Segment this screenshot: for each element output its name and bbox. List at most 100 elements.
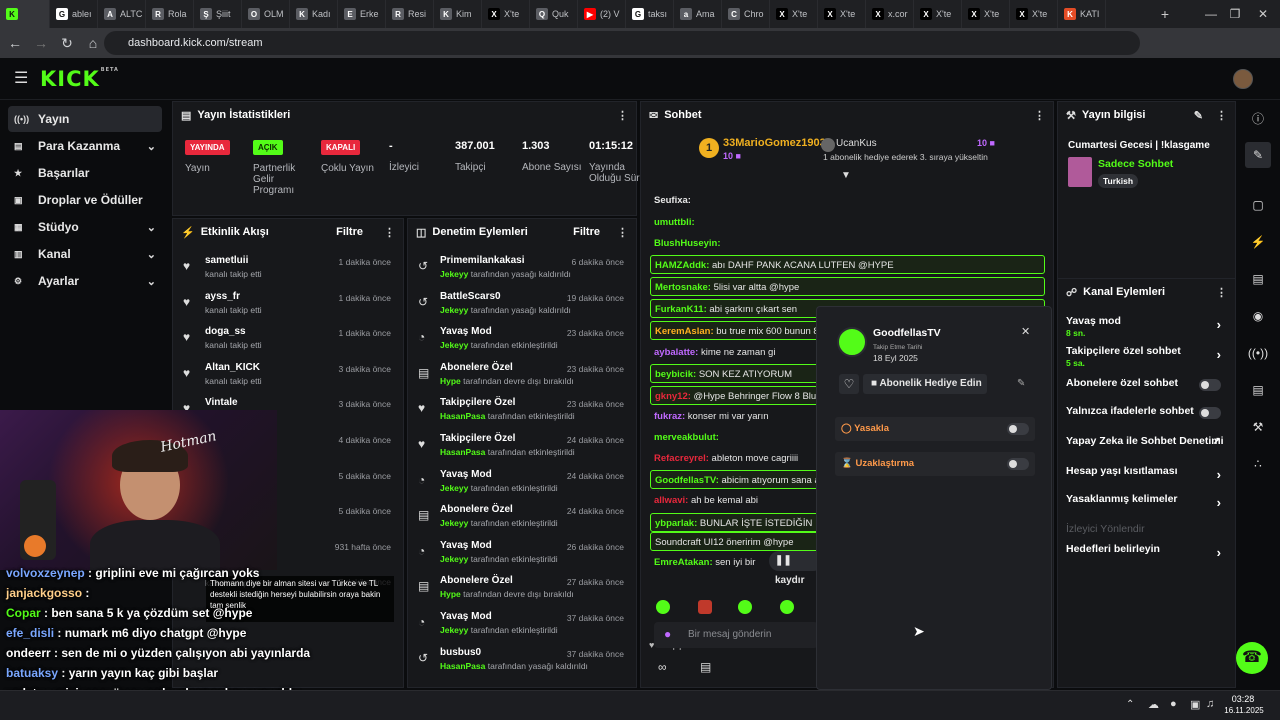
category-name[interactable]: Sadece Sohbet: [1098, 158, 1173, 170]
moderator-name[interactable]: HasanPasa: [440, 447, 485, 457]
activity-row[interactable]: ♥ Altan_KICK kanalı takip etti 3 dakika önc…: [181, 362, 395, 398]
user-avatar[interactable]: [1233, 69, 1253, 89]
close-window-button[interactable]: ✕: [1240, 0, 1280, 28]
chat-username[interactable]: merveakbulut:: [654, 432, 719, 443]
chat-message[interactable]: BlushHuseyin:: [650, 234, 1045, 253]
chat-username[interactable]: ybparlak:: [655, 518, 697, 529]
store-icon[interactable]: ▤: [700, 660, 711, 674]
nav-item-6[interactable]: ⚙ Ayarlar ⌄: [8, 268, 162, 294]
moderator-name[interactable]: Jekeyy: [440, 554, 468, 564]
nav-item-0[interactable]: ((•)) Yayın: [8, 106, 162, 132]
moderator-name[interactable]: Jekeyy: [440, 305, 468, 315]
browser-tab[interactable]: Q Quk: [530, 0, 578, 28]
browser-tab[interactable]: X X'te: [770, 0, 818, 28]
moderator-name[interactable]: Jekeyy: [440, 625, 468, 635]
browser-tab[interactable]: K Kadı: [290, 0, 338, 28]
browser-tab[interactable]: ▶ (2) V: [578, 0, 626, 28]
channel-action-row[interactable]: Yavaş mod 8 sn. ›: [1066, 315, 1227, 338]
moderation-row[interactable]: ▤ Abonelere Özel Jekeyy tarafından etkinle…: [416, 504, 628, 540]
chat-username[interactable]: GoodfellasTV:: [655, 475, 719, 486]
moderation-row[interactable]: ↺ busbus0 HasanPasa tarafından yasağı kald…: [416, 647, 628, 683]
moderator-name[interactable]: Hype: [440, 589, 461, 599]
pin-icon[interactable]: ▼: [841, 170, 851, 181]
toggle-switch[interactable]: [1199, 379, 1221, 391]
chat-username[interactable]: allwavi:: [654, 495, 688, 506]
tag-badge[interactable]: Turkish: [1098, 174, 1139, 188]
layers-icon[interactable]: ▤: [1245, 377, 1271, 403]
chat-username[interactable]: umuttbli:: [654, 217, 695, 228]
info-icon[interactable]: ⓘ: [1245, 105, 1271, 131]
chat-username[interactable]: FurkanK11:: [655, 304, 707, 315]
emote-icon[interactable]: [656, 600, 670, 614]
browser-tab[interactable]: E Erke: [338, 0, 386, 28]
browser-tab[interactable]: Gtaksı: [626, 0, 674, 28]
browser-tab[interactable]: Ş Şiiit: [194, 0, 242, 28]
emote-icon[interactable]: [738, 600, 752, 614]
chat-username[interactable]: HAMZAddk:: [655, 260, 709, 271]
activity-row[interactable]: ♥ ayss_fr kanalı takip etti 1 dakika önce: [181, 291, 395, 327]
chat-username[interactable]: gkny12:: [655, 391, 691, 402]
clock-date[interactable]: 16.11.2025: [1224, 706, 1264, 715]
tray-chevron-icon[interactable]: ⌃: [1126, 699, 1134, 710]
nav-item-1[interactable]: ▤ Para Kazanma ⌄: [8, 133, 162, 159]
chat-icon[interactable]: ◉: [1245, 303, 1271, 329]
moderation-row[interactable]: ♥ Takipçilere Özel HasanPasa tarafından et…: [416, 397, 628, 433]
moderator-name[interactable]: Jekeyy: [440, 340, 468, 350]
browser-tab[interactable]: C Chro: [722, 0, 770, 28]
activity-row[interactable]: ♥ doga_ss kanalı takip etti 1 dakika önce: [181, 326, 395, 362]
volume-icon[interactable]: ♫: [1206, 698, 1214, 710]
crop-icon[interactable]: ▢: [1245, 192, 1271, 218]
browser-tab[interactable]: R Rola: [146, 0, 194, 28]
bolt-icon[interactable]: ⚡: [1245, 229, 1271, 255]
moderator-name[interactable]: Jekeyy: [440, 518, 468, 528]
home-icon[interactable]: ⌂: [80, 30, 106, 56]
chat-username[interactable]: fukraz:: [654, 411, 685, 422]
browser-tab[interactable]: O OLM: [242, 0, 290, 28]
edit-pencil-icon[interactable]: ✎: [1194, 109, 1203, 122]
chat-message[interactable]: Mertosnake: 5lisi var altta @hype: [650, 277, 1045, 296]
url-field[interactable]: dashboard.kick.com/stream: [104, 31, 1140, 55]
nav-item-4[interactable]: ▦ Stüdyo ⌄: [8, 214, 162, 240]
broadcast-icon[interactable]: ((•)): [1245, 340, 1271, 366]
moderator-name[interactable]: Jekeyy: [440, 483, 468, 493]
chat-username[interactable]: Seufixa:: [654, 195, 691, 206]
browser-tab[interactable]: Xx.cor: [866, 0, 914, 28]
browser-tab[interactable]: X X'te: [914, 0, 962, 28]
kebab-menu-icon[interactable]: ⋮: [617, 226, 628, 239]
emote-icon[interactable]: [780, 600, 794, 614]
top-gifter-name[interactable]: 33MarioGomez1903: [723, 137, 826, 149]
emote-icon[interactable]: [698, 600, 712, 614]
microphone-icon[interactable]: ●: [664, 627, 671, 641]
channel-action-row[interactable]: Hedefleri belirleyin ›: [1066, 543, 1227, 565]
moderation-row[interactable]: ♥ Takipçilere Özel HasanPasa tarafından et…: [416, 433, 628, 469]
chat-message[interactable]: HAMZAddk: abı DAHF PANK ACANA LUTFEN @HY…: [650, 255, 1045, 274]
user-name[interactable]: GoodfellasTV: [873, 327, 941, 339]
moderator-name[interactable]: HasanPasa: [440, 411, 485, 421]
kebab-menu-icon[interactable]: ⋮: [384, 226, 395, 239]
kebab-menu-icon[interactable]: ⋮: [617, 109, 628, 122]
channel-action-row[interactable]: Yapay Zeka ile Sohbet Denetimi ↗: [1066, 435, 1227, 457]
moderation-row[interactable]: ◔ Yavaş Mod Jekeyy tarafından etkinleştiri…: [416, 469, 628, 505]
moderation-row[interactable]: ▤ Abonelere Özel Hype tarafından devre dış…: [416, 362, 628, 398]
forward-arrow-icon[interactable]: →: [28, 30, 54, 56]
browser-tab[interactable]: K KATI: [1058, 0, 1106, 28]
chat-username[interactable]: beybicik:: [655, 369, 696, 380]
moderator-name[interactable]: HasanPasa: [440, 661, 485, 671]
browser-tab[interactable]: K: [0, 0, 50, 28]
nav-item-2[interactable]: ★ Başarılar: [8, 160, 162, 186]
kick-logo[interactable]: KICKBETA: [40, 67, 119, 91]
mic-tray-icon[interactable]: ●: [1170, 698, 1177, 710]
browser-tab[interactable]: Gableı: [50, 0, 98, 28]
monitor-icon[interactable]: ▣: [1190, 698, 1200, 711]
moderation-row[interactable]: ▤ Abonelere Özel Hype tarafından devre dış…: [416, 575, 628, 611]
moderator-name[interactable]: Jekeyy: [440, 269, 468, 279]
moderator-name[interactable]: Hype: [440, 376, 461, 386]
browser-tab[interactable]: K Kim: [434, 0, 482, 28]
chat-message[interactable]: umuttbli:: [650, 213, 1045, 232]
back-arrow-icon[interactable]: ←: [2, 30, 28, 56]
browser-tab[interactable]: X X'te: [818, 0, 866, 28]
clock-time[interactable]: 03:28: [1226, 694, 1260, 704]
close-icon[interactable]: ✕: [1021, 325, 1030, 338]
gift-user[interactable]: UcanKus: [836, 138, 877, 149]
browser-tab[interactable]: X X'te: [1010, 0, 1058, 28]
